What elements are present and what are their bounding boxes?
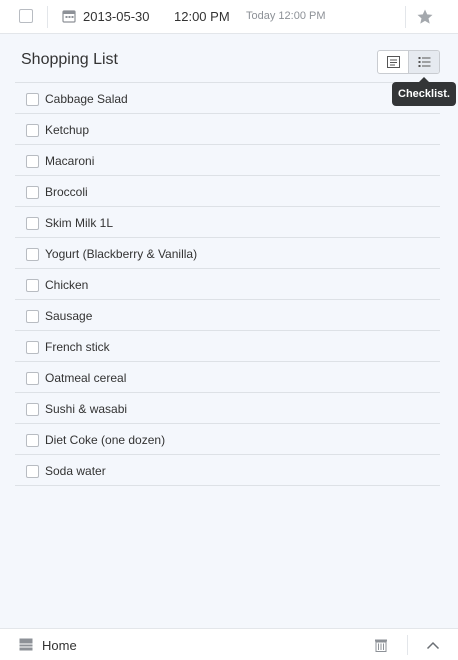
list-item[interactable]: Soda water <box>15 455 440 486</box>
top-toolbar: 2013-05-30 12:00 PM Today 12:00 PM <box>0 0 458 34</box>
note-title[interactable]: Shopping List <box>21 51 118 69</box>
list-item[interactable]: Skim Milk 1L <box>15 207 440 238</box>
list-item[interactable]: Macaroni <box>15 145 440 176</box>
item-label[interactable]: Broccoli <box>45 185 88 199</box>
notebook-icon[interactable] <box>19 638 33 651</box>
item-checkbox[interactable] <box>26 93 39 106</box>
item-label[interactable]: Oatmeal cereal <box>45 371 126 385</box>
list-item[interactable]: Oatmeal cereal <box>15 362 440 393</box>
item-label[interactable]: Cabbage Salad <box>45 92 128 106</box>
trash-icon[interactable] <box>374 638 388 652</box>
list-item[interactable]: Cabbage Salad <box>15 83 440 114</box>
list-item[interactable]: Yogurt (Blackberry & Vanilla) <box>15 238 440 269</box>
item-checkbox[interactable] <box>26 186 39 199</box>
due-time[interactable]: 12:00 PM <box>174 9 230 24</box>
note-view-button[interactable] <box>378 51 408 73</box>
list-item[interactable]: Sushi & wasabi <box>15 393 440 424</box>
item-checkbox[interactable] <box>26 124 39 137</box>
item-label[interactable]: Soda water <box>45 464 106 478</box>
checklist-view-icon <box>418 57 431 67</box>
complete-checkbox[interactable] <box>19 9 33 23</box>
item-checkbox[interactable] <box>26 248 39 261</box>
item-checkbox[interactable] <box>26 310 39 323</box>
star-icon[interactable] <box>416 8 434 26</box>
due-date[interactable]: 2013-05-30 <box>83 9 150 24</box>
item-label[interactable]: Sushi & wasabi <box>45 402 127 416</box>
item-label[interactable]: Ketchup <box>45 123 89 137</box>
item-checkbox[interactable] <box>26 403 39 416</box>
item-label[interactable]: Macaroni <box>45 154 94 168</box>
divider <box>47 6 48 28</box>
item-label[interactable]: Sausage <box>45 309 92 323</box>
tooltip: Checklist. <box>392 77 456 106</box>
item-checkbox[interactable] <box>26 434 39 447</box>
divider <box>407 635 408 655</box>
list-item[interactable]: Broccoli <box>15 176 440 207</box>
note-view-icon <box>387 56 400 68</box>
item-checkbox[interactable] <box>26 155 39 168</box>
checklist-view-button[interactable] <box>408 51 439 73</box>
view-toggle <box>377 50 440 74</box>
list-item[interactable]: Diet Coke (one dozen) <box>15 424 440 455</box>
list-item[interactable]: Ketchup <box>15 114 440 145</box>
item-label[interactable]: Diet Coke (one dozen) <box>45 433 165 447</box>
item-checkbox[interactable] <box>26 372 39 385</box>
list-item[interactable]: Sausage <box>15 300 440 331</box>
divider <box>405 6 406 28</box>
item-label[interactable]: Chicken <box>45 278 88 292</box>
bottom-toolbar: Home <box>0 628 458 660</box>
item-checkbox[interactable] <box>26 279 39 292</box>
list-item[interactable]: Chicken <box>15 269 440 300</box>
list-item[interactable]: French stick <box>15 331 440 362</box>
checklist: Cabbage Salad Ketchup Macaroni Broccoli Skim… <box>15 82 440 486</box>
item-label[interactable]: French stick <box>45 340 110 354</box>
item-checkbox[interactable] <box>26 217 39 230</box>
item-label[interactable]: Skim Milk 1L <box>45 216 113 230</box>
chevron-up-icon[interactable] <box>426 640 440 650</box>
reminder-text: Today 12:00 PM <box>246 10 326 22</box>
item-checkbox[interactable] <box>26 465 39 478</box>
calendar-icon[interactable] <box>62 9 76 23</box>
item-checkbox[interactable] <box>26 341 39 354</box>
item-label[interactable]: Yogurt (Blackberry & Vanilla) <box>45 247 197 261</box>
notebook-name[interactable]: Home <box>42 638 77 653</box>
